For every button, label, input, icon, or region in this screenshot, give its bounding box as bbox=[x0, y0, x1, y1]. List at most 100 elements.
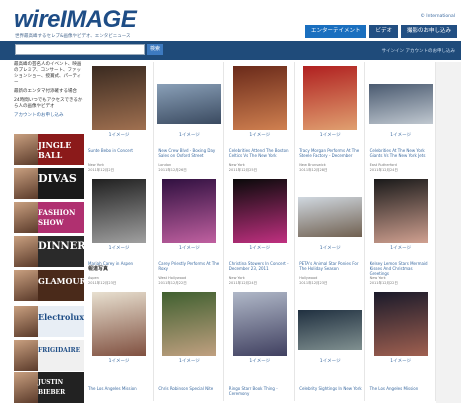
search-button[interactable]: 検索 bbox=[147, 44, 163, 55]
promo-line: 最新のエンタマ付添確する場合 bbox=[14, 89, 77, 94]
image-thumbnail[interactable] bbox=[92, 292, 146, 356]
image-tile[interactable]: 1イメージ Tracy Morgan Performs At The Steele… bbox=[295, 62, 366, 175]
banner-photo bbox=[14, 306, 38, 337]
image-count-link[interactable]: 1イメージ bbox=[154, 245, 224, 251]
tile-caption[interactable]: Celebrity Sightings In New York bbox=[299, 386, 362, 391]
tab-video[interactable]: ビデオ bbox=[369, 25, 398, 38]
tile-caption[interactable]: The Los Angeles Mission bbox=[88, 386, 151, 391]
image-count-link[interactable]: 1イメージ bbox=[295, 132, 365, 138]
image-tile[interactable]: 1イメージ The Los Angeles Mission bbox=[84, 288, 154, 401]
image-thumbnail[interactable] bbox=[298, 197, 363, 237]
image-count-link[interactable]: 1イメージ bbox=[84, 358, 154, 364]
sidebar-banner[interactable]: DINNER bbox=[14, 236, 84, 267]
image-tile[interactable]: 1イメージ PETA's Animal Star Ponies For The H… bbox=[295, 175, 366, 288]
tile-meta: Aspen 2011年12月23日 bbox=[88, 276, 116, 285]
image-thumbnail[interactable] bbox=[157, 84, 222, 124]
image-thumbnail[interactable] bbox=[92, 66, 146, 130]
tagline: 世界最高峰するセレブ&画像やビデオ、エンタビニュース bbox=[15, 34, 131, 39]
tile-caption[interactable]: Carey Priestly Performs At The Roxy bbox=[158, 261, 221, 271]
sidebar: 最高峰の芸名人のイベント、映画のプレミア、コンサート、ファッションショー、授賞式… bbox=[14, 62, 84, 403]
tile-meta: New York 2011年12月25日 bbox=[229, 163, 257, 172]
image-count-link[interactable]: 1イメージ bbox=[366, 245, 436, 251]
tile-caption[interactable]: Celebrities At The New York Giants Vs Th… bbox=[370, 148, 433, 158]
image-count-link[interactable]: 1イメージ bbox=[295, 358, 365, 364]
image-count-link[interactable]: 1イメージ bbox=[84, 245, 154, 251]
tile-meta: New York 2011年12月24日 bbox=[229, 276, 257, 285]
image-tile[interactable]: 1イメージ Kelsey Lemon Stars Mermaid Kisses A… bbox=[365, 175, 436, 288]
image-thumbnail[interactable] bbox=[232, 66, 287, 130]
tile-caption[interactable]: Kelsey Lemon Stars Mermaid Kisses And Ch… bbox=[370, 261, 433, 276]
image-tile[interactable]: 1イメージ New Crew Blvd - Boxing Day Sales on… bbox=[154, 62, 225, 175]
image-thumbnail[interactable] bbox=[232, 292, 287, 356]
tab-assignment[interactable]: 撮影のお申し込み bbox=[400, 25, 457, 38]
tile-caption[interactable]: Chris Robinson Special Nite bbox=[158, 386, 221, 391]
image-count-link[interactable]: 1イメージ bbox=[295, 245, 365, 251]
tile-date: 2011年12月23日 bbox=[299, 280, 328, 285]
right-margin bbox=[436, 62, 461, 403]
image-tile[interactable]: 1イメージ Ringo Starr Book Thing - Ceremony bbox=[224, 288, 295, 401]
tile-caption[interactable]: PETA's Animal Star Ponies For The Holida… bbox=[299, 261, 362, 271]
image-count-link[interactable]: 1イメージ bbox=[84, 132, 154, 138]
tile-date: 2011年12月22日 bbox=[158, 280, 187, 285]
tile-caption[interactable]: Ringo Starr Book Thing - Ceremony bbox=[229, 386, 292, 396]
image-count-link[interactable]: 1イメージ bbox=[366, 358, 436, 364]
tile-caption[interactable]: Celebrities Attend The Boston Celtics Vs… bbox=[229, 148, 292, 158]
image-thumbnail[interactable] bbox=[368, 84, 433, 124]
sidebar-banner[interactable]: GLAMOUR bbox=[14, 270, 84, 301]
subnav-links[interactable]: サインイン アカウントのお申し込み bbox=[382, 48, 455, 54]
image-tile[interactable]: 1イメージ Carey Priestly Performs At The Roxy… bbox=[154, 175, 225, 288]
top-links[interactable]: © International bbox=[420, 14, 455, 19]
image-tile[interactable]: 1イメージ Sunte Bebo in Concert New York 2011年1… bbox=[84, 62, 154, 175]
sidebar-banner[interactable]: JUSTIN BIEBER bbox=[14, 372, 84, 403]
promo-signup-link[interactable]: アカウントのお申し込み bbox=[14, 113, 84, 119]
tile-caption[interactable]: Sunte Bebo in Concert bbox=[88, 148, 151, 153]
tile-caption[interactable]: New Crew Blvd - Boxing Day Sales on Oxfo… bbox=[158, 148, 221, 158]
sidebar-banner[interactable]: Electrolux bbox=[14, 306, 84, 337]
image-count-link[interactable]: 1イメージ bbox=[225, 358, 295, 364]
tile-caption[interactable]: Tracy Morgan Performs At The Steele Fact… bbox=[299, 148, 362, 158]
tile-location: New Brunswick bbox=[299, 163, 326, 167]
banner-photo bbox=[14, 168, 38, 199]
image-thumbnail[interactable] bbox=[373, 179, 428, 243]
banner-label: GLAMOUR bbox=[38, 276, 84, 286]
image-tile[interactable]: 1イメージ Celebrity Sightings In New York bbox=[295, 288, 366, 401]
image-tile[interactable]: 1イメージ Celebrities At The New York Giants … bbox=[365, 62, 436, 175]
image-thumbnail[interactable] bbox=[298, 310, 363, 350]
image-count-link[interactable]: 1イメージ bbox=[154, 132, 224, 138]
search-input[interactable] bbox=[15, 44, 145, 55]
logo[interactable]: wireIMAGE bbox=[14, 8, 137, 32]
tile-meta: New York 2011年12月2日 bbox=[88, 163, 114, 172]
image-tile[interactable]: 1イメージ Chris Robinson Special Nite bbox=[154, 288, 225, 401]
tile-caption[interactable]: The Los Angeles Mission bbox=[370, 386, 433, 391]
sidebar-banner[interactable]: DIVAS bbox=[14, 168, 84, 199]
banner-label: JUSTIN BIEBER bbox=[38, 379, 66, 396]
image-thumbnail[interactable] bbox=[303, 66, 358, 130]
image-thumbnail[interactable] bbox=[373, 292, 428, 356]
sidebar-banner[interactable]: FRIGIDAIRE bbox=[14, 340, 84, 371]
image-thumbnail[interactable] bbox=[162, 179, 217, 243]
section-label: 報道写真 bbox=[88, 266, 109, 272]
image-tile[interactable]: 1イメージ Christina Stowers In Concert - Dece… bbox=[224, 175, 295, 288]
image-thumbnail[interactable] bbox=[162, 292, 217, 356]
image-grid: 1イメージ Sunte Bebo in Concert New York 2011年1… bbox=[84, 62, 436, 403]
image-count-link[interactable]: 1イメージ bbox=[225, 245, 295, 251]
banner-photo bbox=[14, 372, 38, 403]
tile-meta: West Hollywood 2011年12月22日 bbox=[158, 276, 186, 285]
image-thumbnail[interactable] bbox=[232, 179, 287, 243]
image-tile[interactable]: 1イメージ Celebrities Attend The Boston Celti… bbox=[224, 62, 295, 175]
sidebar-banner[interactable]: FASHION SHOW bbox=[14, 202, 84, 233]
banner-photo bbox=[14, 270, 38, 301]
image-tile[interactable]: 1イメージ The Los Angeles Mission bbox=[365, 288, 436, 401]
sidebar-banner[interactable]: JINGLE BALL bbox=[14, 134, 84, 165]
image-count-link[interactable]: 1イメージ bbox=[225, 132, 295, 138]
tile-date: 2011年12月28日 bbox=[299, 167, 328, 172]
tile-caption[interactable]: Christina Stowers In Concert - December … bbox=[229, 261, 292, 271]
tile-meta: New Brunswick 2011年12月28日 bbox=[299, 163, 327, 172]
tile-location: East Rutherford bbox=[369, 163, 397, 167]
tab-entertainment[interactable]: エンターテイメント bbox=[304, 25, 367, 38]
image-count-link[interactable]: 1イメージ bbox=[154, 358, 224, 364]
image-thumbnail[interactable] bbox=[92, 179, 146, 243]
image-count-link[interactable]: 1イメージ bbox=[366, 132, 436, 138]
tile-location: West Hollywood bbox=[158, 276, 187, 280]
tile-meta: New York 2011年12月22日 bbox=[370, 276, 398, 285]
